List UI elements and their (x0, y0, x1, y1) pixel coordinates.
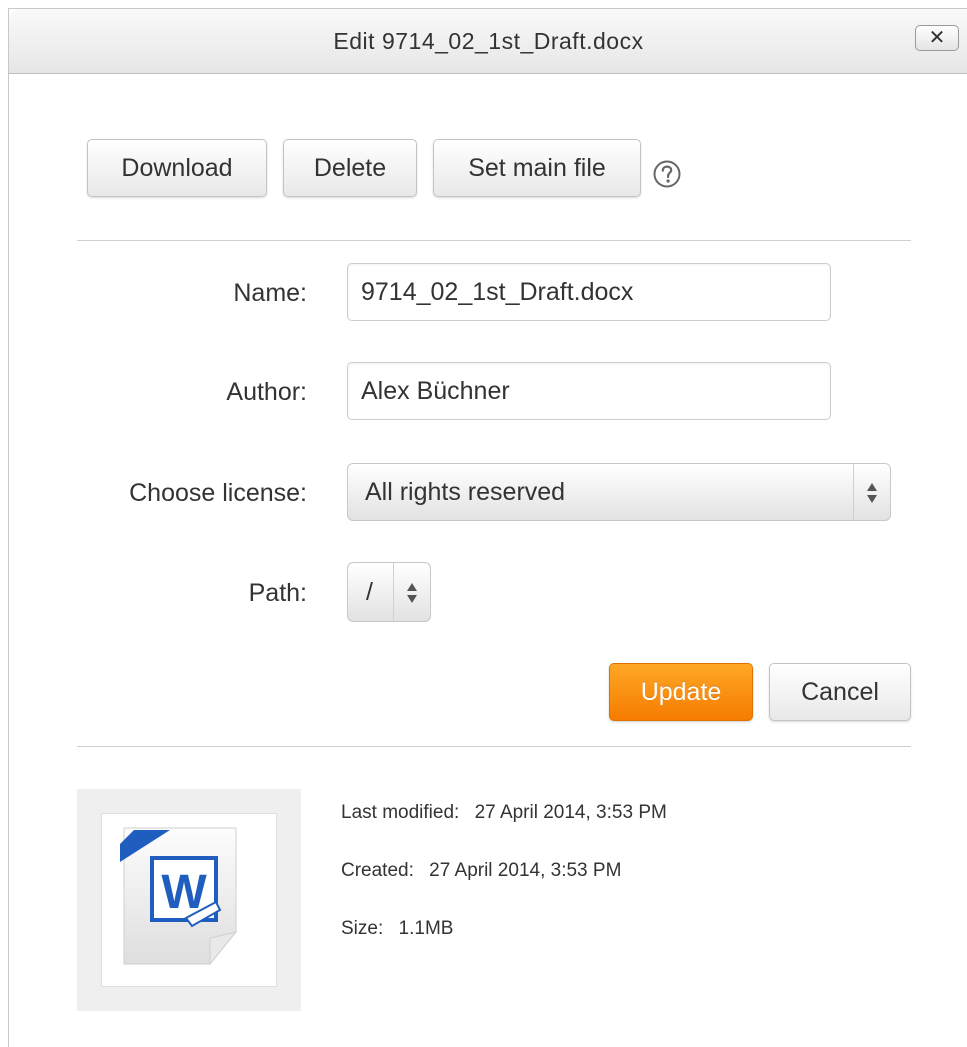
author-label: Author: (226, 378, 307, 406)
close-button[interactable]: ✕ (915, 25, 959, 51)
download-button[interactable]: Download (87, 139, 267, 197)
size-label: Size: (341, 918, 384, 939)
created-label: Created: (341, 860, 414, 881)
last-modified-row: Last modified: 27 April 2014, 3:53 PM (341, 802, 667, 824)
delete-button[interactable]: Delete (283, 139, 417, 197)
divider (77, 240, 911, 241)
file-thumbnail: W (77, 789, 301, 1011)
author-input[interactable]: Alex Büchner (347, 362, 831, 420)
dialog-title: Edit 9714_02_1st_Draft.docx (333, 28, 644, 54)
size-value: 1.1MB (398, 918, 454, 939)
select-arrows-icon (853, 464, 890, 520)
cancel-button[interactable]: Cancel (769, 663, 911, 721)
last-modified-label: Last modified: (341, 802, 460, 823)
set-main-file-button[interactable]: Set main file (433, 139, 641, 197)
help-icon[interactable] (652, 159, 682, 189)
select-arrows-icon (393, 563, 430, 621)
size-row: Size: 1.1MB (341, 918, 453, 940)
license-select[interactable]: All rights reserved (347, 463, 891, 521)
license-label: Choose license: (129, 479, 307, 507)
path-select-value: / (366, 578, 373, 606)
created-row: Created: 27 April 2014, 3:53 PM (341, 860, 621, 882)
divider (77, 746, 911, 747)
word-document-icon: W (120, 827, 238, 966)
created-value: 27 April 2014, 3:53 PM (429, 860, 622, 881)
license-select-value: All rights reserved (365, 478, 566, 506)
name-label: Name: (233, 279, 307, 307)
last-modified-value: 27 April 2014, 3:53 PM (474, 802, 667, 823)
path-select[interactable]: / (347, 562, 431, 622)
edit-file-dialog: Edit 9714_02_1st_Draft.docx ✕ Download D… (8, 8, 967, 1047)
dialog-titlebar: Edit 9714_02_1st_Draft.docx ✕ (9, 9, 967, 74)
close-icon: ✕ (928, 27, 946, 49)
path-label: Path: (248, 579, 307, 607)
name-input[interactable]: 9714_02_1st_Draft.docx (347, 263, 831, 321)
update-button[interactable]: Update (609, 663, 753, 721)
thumbnail-frame: W (101, 813, 277, 987)
